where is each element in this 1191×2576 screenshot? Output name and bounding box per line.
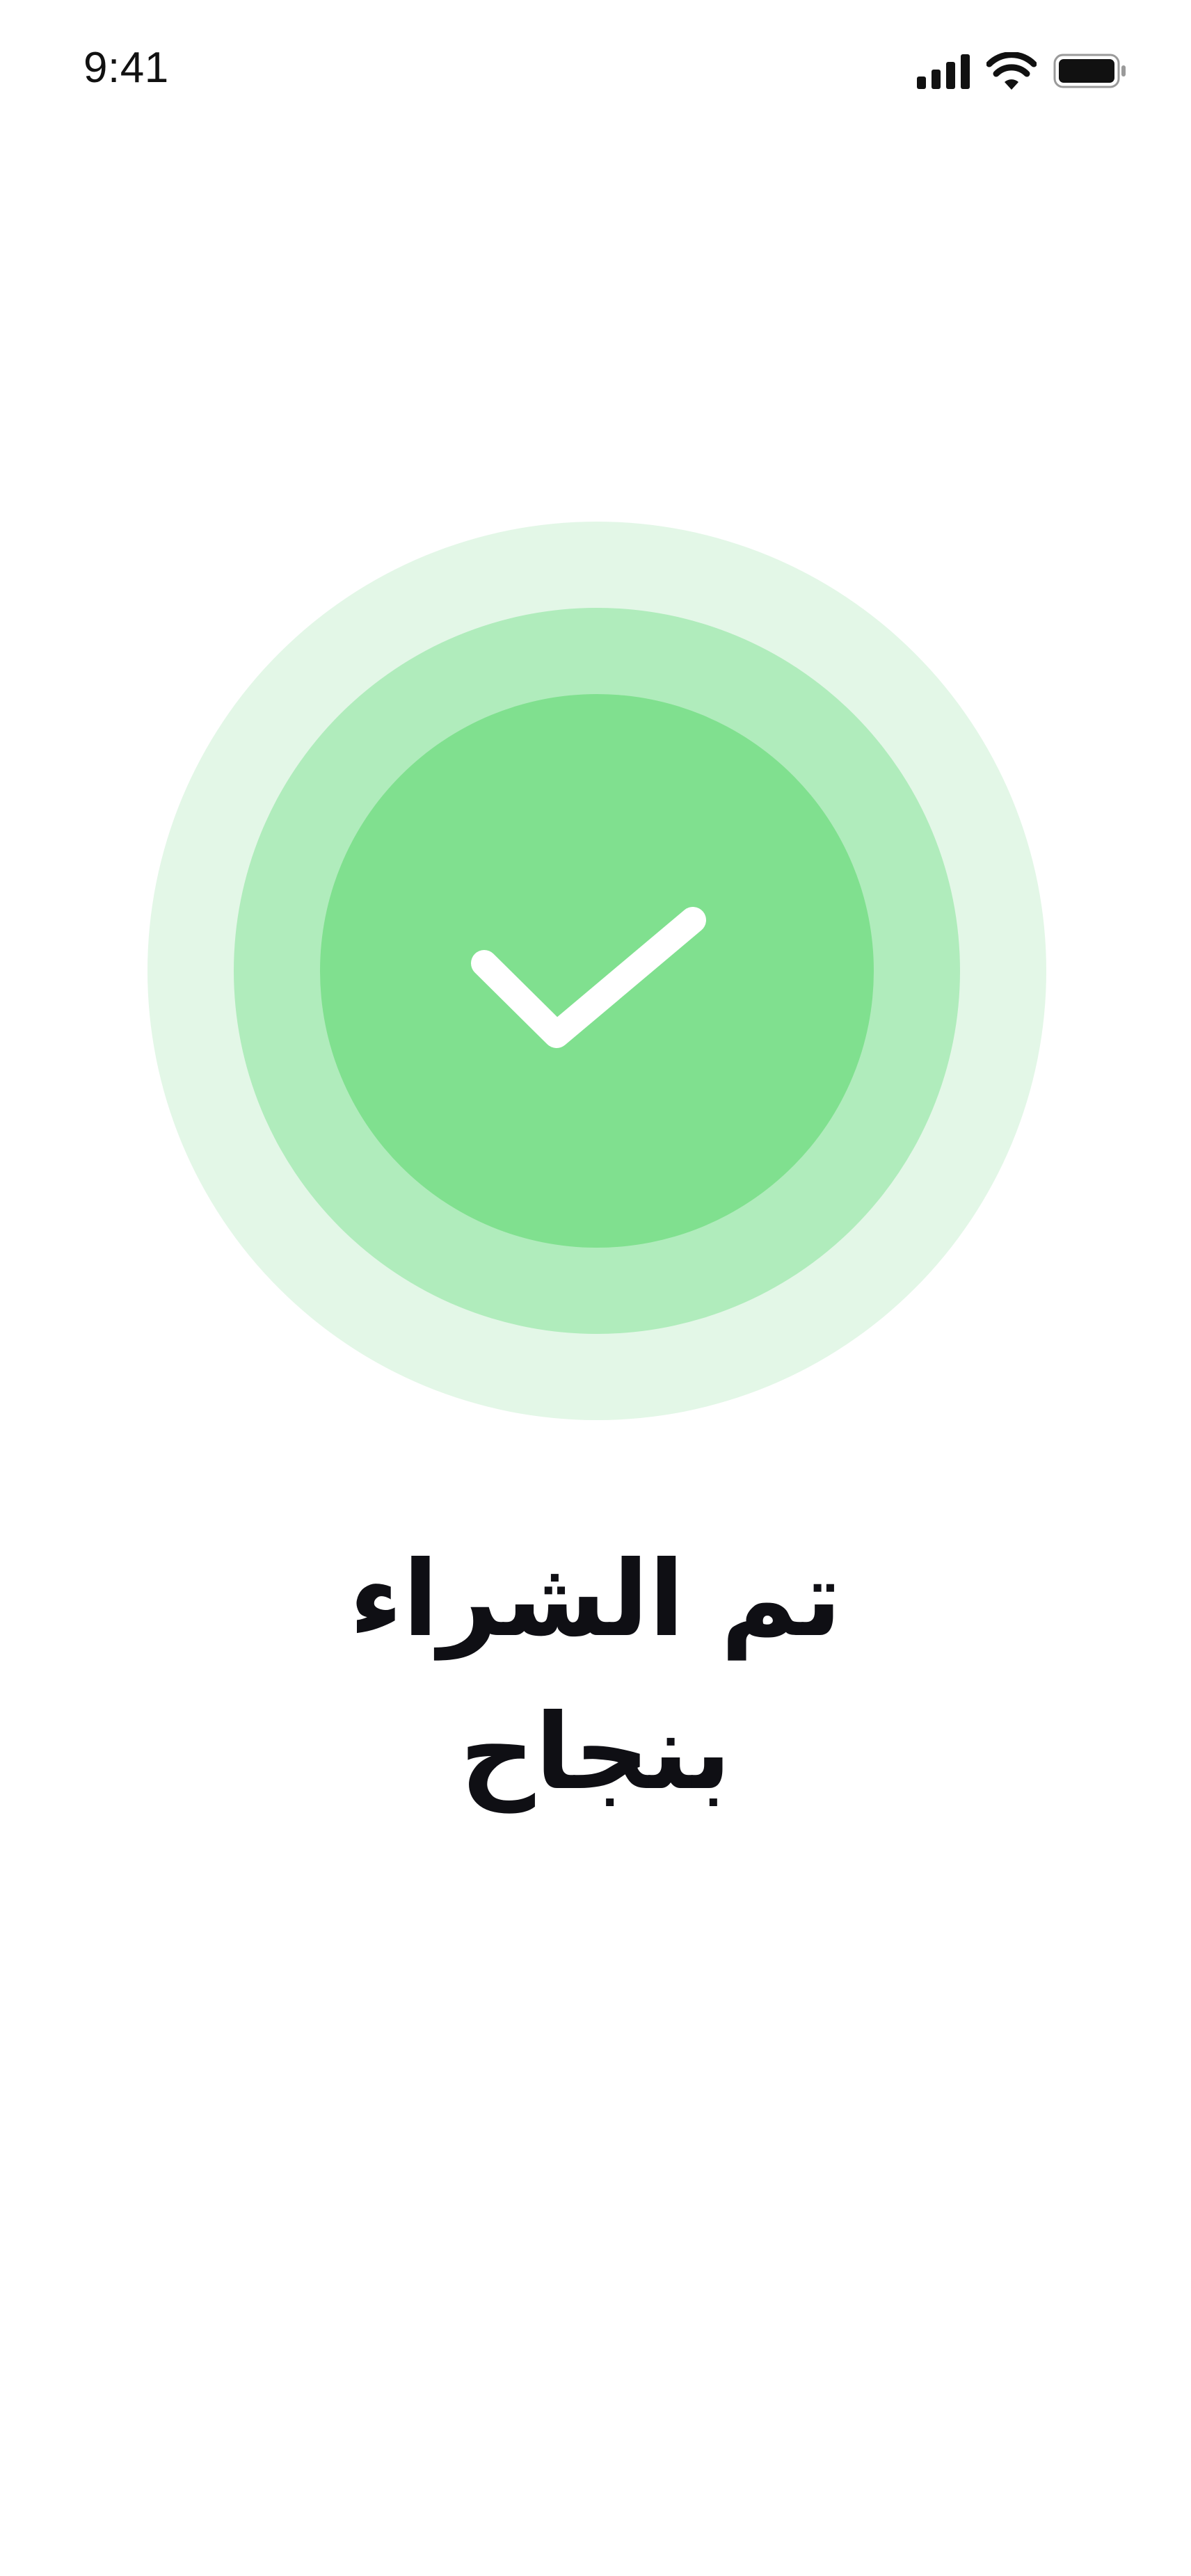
success-title-line-1: تم الشراء bbox=[349, 1539, 842, 1660]
checkmark-icon bbox=[471, 907, 706, 1048]
cellular-signal-icon bbox=[917, 53, 970, 89]
purchase-success-screen: 9:41 تم الشراء بنجاح bbox=[0, 0, 1191, 2576]
status-icons bbox=[917, 50, 1127, 92]
status-bar: 9:41 bbox=[0, 0, 1191, 146]
success-illustration bbox=[147, 522, 1046, 1420]
battery-icon bbox=[1053, 54, 1127, 88]
success-message: تم الشراء بنجاح bbox=[0, 1523, 1191, 1829]
wifi-icon bbox=[986, 52, 1037, 90]
success-title-line-2: بنجاح bbox=[459, 1692, 732, 1813]
status-time: 9:41 bbox=[83, 44, 169, 92]
